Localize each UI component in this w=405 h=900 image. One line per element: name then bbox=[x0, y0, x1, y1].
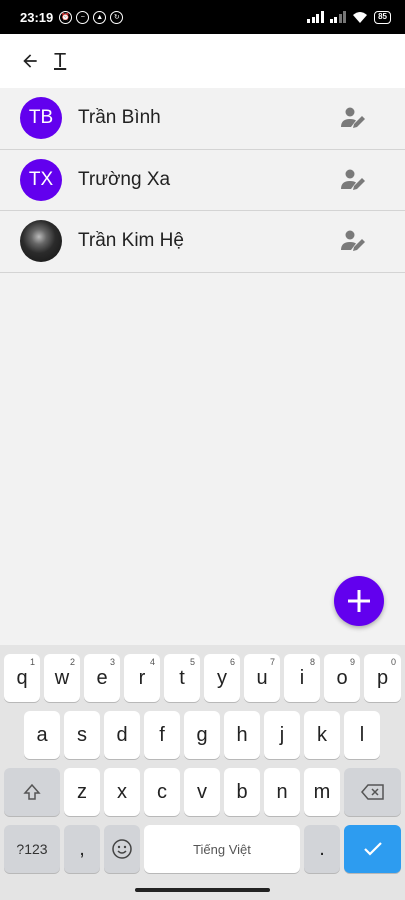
key-o[interactable]: o9 bbox=[324, 654, 360, 702]
emoji-key[interactable] bbox=[104, 825, 140, 873]
key-label: w bbox=[54, 666, 70, 689]
backspace-key[interactable] bbox=[344, 768, 401, 816]
enter-key[interactable] bbox=[344, 825, 401, 873]
edit-contact-button[interactable] bbox=[339, 226, 369, 256]
key-label: q bbox=[16, 666, 28, 689]
key-e[interactable]: e3 bbox=[84, 654, 120, 702]
key-q[interactable]: q1 bbox=[4, 654, 40, 702]
app-icon: ▲ bbox=[93, 10, 107, 24]
list-item[interactable]: TB Trần Bình bbox=[0, 88, 405, 150]
plus-icon bbox=[348, 590, 370, 612]
back-button[interactable] bbox=[10, 41, 50, 81]
avatar: TB bbox=[20, 97, 62, 140]
key-l[interactable]: l bbox=[344, 711, 380, 759]
period-key[interactable]: . bbox=[304, 825, 340, 873]
backspace-icon bbox=[360, 784, 384, 800]
key-m[interactable]: m bbox=[304, 768, 340, 816]
contact-name: Trần Kim Hệ bbox=[78, 230, 184, 252]
search-bar bbox=[0, 34, 405, 88]
key-label: p bbox=[376, 666, 389, 689]
shift-key[interactable] bbox=[4, 768, 60, 816]
key-hint: 9 bbox=[349, 657, 355, 667]
key-hint: 8 bbox=[309, 657, 315, 667]
avatar: TX bbox=[20, 158, 62, 201]
avatar-photo bbox=[20, 220, 62, 263]
key-label: e bbox=[96, 666, 108, 689]
add-contact-button[interactable] bbox=[334, 576, 384, 626]
messenger-icon: ~ bbox=[76, 10, 90, 24]
key-t[interactable]: t5 bbox=[164, 654, 200, 702]
key-s[interactable]: s bbox=[64, 711, 100, 759]
key-hint: 1 bbox=[29, 657, 35, 667]
key-hint: 3 bbox=[109, 657, 115, 667]
key-a[interactable]: a bbox=[24, 711, 60, 759]
list-item[interactable]: Trần Kim Hệ bbox=[0, 211, 405, 273]
key-g[interactable]: g bbox=[184, 711, 220, 759]
status-bar: 23:19 ⏰ ~ ▲ ↻ 85 bbox=[0, 0, 405, 34]
system-icons: 85 bbox=[307, 10, 391, 24]
key-w[interactable]: w2 bbox=[44, 654, 80, 702]
key-hint: 2 bbox=[69, 657, 75, 667]
arrow-left-icon bbox=[23, 54, 37, 68]
key-f[interactable]: f bbox=[144, 711, 180, 759]
key-p[interactable]: p0 bbox=[364, 654, 401, 702]
key-v[interactable]: v bbox=[184, 768, 220, 816]
edit-contact-button[interactable] bbox=[339, 103, 369, 133]
contact-name: Trần Bình bbox=[78, 107, 161, 129]
key-n[interactable]: n bbox=[264, 768, 300, 816]
key-j[interactable]: j bbox=[264, 711, 300, 759]
wifi-icon bbox=[353, 11, 368, 23]
alarm-icon: ⏰ bbox=[59, 10, 73, 24]
key-c[interactable]: c bbox=[144, 768, 180, 816]
key-label: i bbox=[299, 666, 305, 689]
key-z[interactable]: z bbox=[64, 768, 100, 816]
key-r[interactable]: r4 bbox=[124, 654, 160, 702]
edit-contact-button[interactable] bbox=[339, 165, 369, 195]
keyboard: q1 w2 e3 r4 t5 y6 u7 i8 o9 p0 a s d f g … bbox=[0, 645, 405, 900]
key-label: y bbox=[217, 666, 227, 689]
key-k[interactable]: k bbox=[304, 711, 340, 759]
search-input[interactable] bbox=[54, 49, 354, 73]
checkmark-icon bbox=[363, 842, 382, 856]
key-y[interactable]: y6 bbox=[204, 654, 240, 702]
key-hint: 6 bbox=[229, 657, 235, 667]
signal-icon bbox=[307, 11, 324, 23]
key-hint: 5 bbox=[189, 657, 195, 667]
key-label: t bbox=[179, 666, 185, 689]
person-edit-icon bbox=[341, 230, 365, 252]
comma-key[interactable]: , bbox=[64, 825, 100, 873]
key-hint: 7 bbox=[269, 657, 275, 667]
emoji-icon bbox=[112, 839, 132, 859]
battery-icon: 85 bbox=[374, 10, 391, 24]
key-h[interactable]: h bbox=[224, 711, 260, 759]
contact-list: TB Trần Bình TX Trường Xa Trần Kim Hệ bbox=[0, 88, 405, 273]
space-key[interactable]: Tiếng Việt bbox=[144, 825, 300, 873]
person-edit-icon bbox=[341, 107, 365, 129]
key-hint: 0 bbox=[390, 657, 396, 667]
list-item[interactable]: TX Trường Xa bbox=[0, 149, 405, 211]
key-b[interactable]: b bbox=[224, 768, 260, 816]
notification-icons: ⏰ ~ ▲ ↻ bbox=[59, 10, 124, 24]
shift-arrow-icon bbox=[23, 783, 41, 800]
contact-name: Trường Xa bbox=[78, 168, 171, 190]
key-d[interactable]: d bbox=[104, 711, 140, 759]
sync-icon: ↻ bbox=[110, 10, 124, 24]
signal-2-icon bbox=[329, 11, 347, 23]
key-label: r bbox=[138, 666, 146, 689]
home-indicator[interactable] bbox=[135, 888, 270, 892]
person-edit-icon bbox=[341, 169, 365, 190]
key-label: u bbox=[256, 666, 268, 689]
key-hint: 4 bbox=[149, 657, 155, 667]
key-label: o bbox=[336, 666, 348, 689]
key-x[interactable]: x bbox=[104, 768, 140, 816]
key-u[interactable]: u7 bbox=[244, 654, 280, 702]
key-i[interactable]: i8 bbox=[284, 654, 320, 702]
status-time: 23:19 bbox=[20, 9, 54, 25]
symbols-key[interactable]: ?123 bbox=[4, 825, 60, 873]
